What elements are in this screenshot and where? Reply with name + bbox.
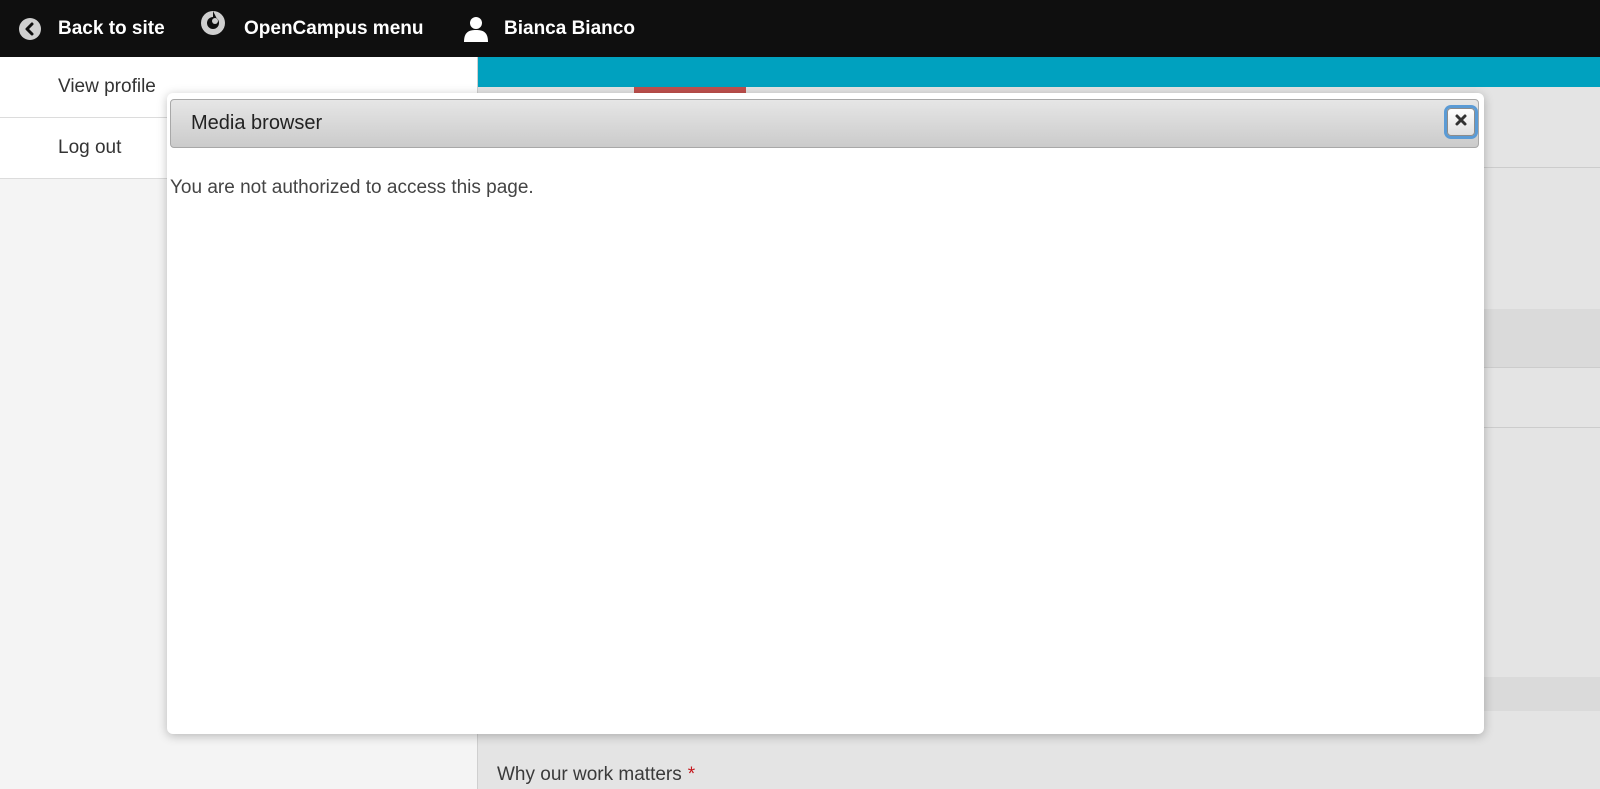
chevron-left-circle-icon [18, 17, 42, 41]
field-label: Why our work matters * [497, 764, 695, 786]
admin-toolbar: Back to site OpenCampus menu Bianca Bian… [0, 0, 1600, 57]
back-to-site-label: Back to site [58, 17, 165, 39]
dialog-close-button[interactable] [1447, 108, 1475, 136]
media-browser-dialog: Media browser You are not authorized to … [167, 93, 1484, 734]
close-icon [1454, 113, 1468, 132]
page-banner [478, 57, 1600, 87]
access-denied-message: You are not authorized to access this pa… [170, 177, 534, 198]
dialog-titlebar: Media browser [170, 99, 1479, 148]
opencampus-logo-icon [200, 10, 226, 36]
opencampus-menu-label: OpenCampus menu [244, 17, 424, 39]
opencampus-menu-link[interactable]: OpenCampus menu [200, 0, 423, 57]
user-name-label: Bianca Bianco [504, 17, 635, 39]
back-to-site-link[interactable]: Back to site [18, 0, 165, 57]
required-marker: * [687, 764, 696, 785]
dialog-title: Media browser [191, 112, 323, 134]
user-icon [464, 16, 488, 42]
user-account-link[interactable]: Bianca Bianco [464, 0, 635, 57]
field-label-text: Why our work matters [497, 764, 682, 785]
